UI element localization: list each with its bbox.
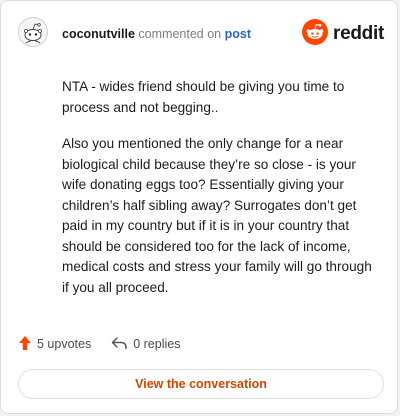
reply-count[interactable]: 0 replies [111, 336, 180, 353]
comment-header: coconutville commented on post reddit [18, 17, 384, 51]
comment-paragraph: NTA - wides friend should be giving you … [62, 79, 345, 115]
upvote-count[interactable]: 5 upvotes [18, 335, 91, 354]
reply-arrow-icon [111, 336, 128, 353]
snoo-avatar-icon[interactable] [18, 17, 48, 47]
reddit-logo-icon [302, 18, 329, 50]
replies-label: 0 replies [133, 337, 181, 351]
reddit-brand[interactable]: reddit [302, 18, 384, 50]
comment-meta: coconutville commented on post [62, 27, 251, 41]
comment-footer: 5 upvotes 0 replies [18, 335, 180, 353]
username[interactable]: coconutville [62, 27, 135, 41]
comment-verb: commented on [138, 27, 222, 41]
post-link[interactable]: post [225, 27, 251, 41]
comment-body: NTA - wides friend should be giving you … [62, 77, 380, 314]
upvotes-label: 5 upvotes [37, 337, 92, 351]
comment-paragraph: Also you mentioned the only change for a… [62, 136, 372, 295]
brand-name: reddit [333, 23, 384, 44]
comment-card: coconutville commented on post reddit NT… [0, 0, 398, 414]
upvote-arrow-icon [18, 335, 32, 354]
view-conversation-button[interactable]: View the conversation [18, 369, 384, 399]
